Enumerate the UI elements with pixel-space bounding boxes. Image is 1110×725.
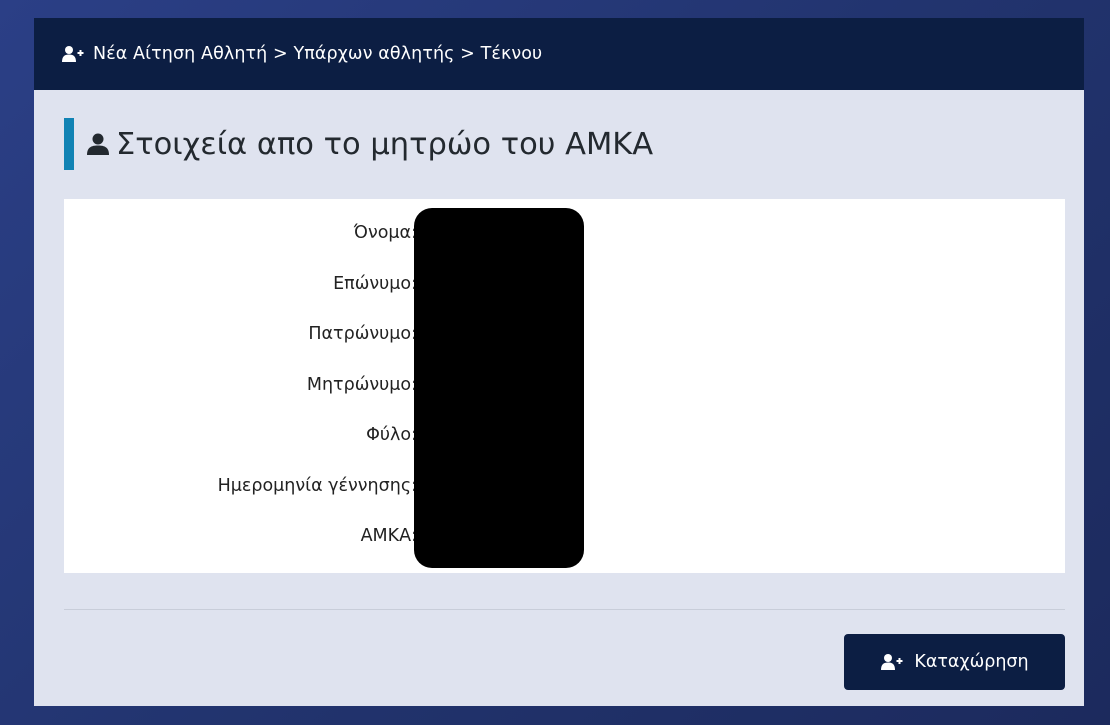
application-card: Νέα Αίτηση Αθλητή > Υπάρχων αθλητής > Τέ… bbox=[34, 18, 1084, 706]
label-last-name: Επώνυμο: bbox=[333, 273, 417, 294]
label-birth-date: Ημερομηνία γέννησης: bbox=[217, 475, 417, 496]
divider bbox=[64, 609, 1065, 610]
breadcrumb: Νέα Αίτηση Αθλητή > Υπάρχων αθλητής > Τέ… bbox=[93, 44, 543, 64]
section-heading: Στοιχεία απο το μητρώο του ΑΜΚΑ bbox=[64, 118, 653, 170]
user-icon bbox=[86, 132, 110, 156]
accent-bar bbox=[64, 118, 74, 170]
section-title: Στοιχεία απο το μητρώο του ΑΜΚΑ bbox=[116, 126, 654, 162]
user-plus-icon bbox=[880, 653, 904, 671]
card-header: Νέα Αίτηση Αθλητή > Υπάρχων αθλητής > Τέ… bbox=[34, 18, 1084, 90]
submit-label: Καταχώρηση bbox=[914, 652, 1029, 672]
redacted-values bbox=[414, 208, 584, 568]
field-labels: Όνομα: Επώνυμο: Πατρώνυμο: Μητρώνυμο: Φύ… bbox=[218, 217, 417, 571]
label-mother-name: Μητρώνυμο: bbox=[306, 374, 417, 395]
submit-button[interactable]: Καταχώρηση bbox=[844, 634, 1065, 690]
label-gender: Φύλο: bbox=[366, 425, 417, 445]
user-plus-icon bbox=[62, 45, 84, 63]
label-father-name: Πατρώνυμο: bbox=[308, 324, 417, 344]
label-first-name: Όνομα: bbox=[353, 223, 417, 243]
amka-info-panel: Όνομα: Επώνυμο: Πατρώνυμο: Μητρώνυμο: Φύ… bbox=[64, 199, 1065, 573]
label-amka: ΑΜΚΑ: bbox=[360, 526, 417, 546]
